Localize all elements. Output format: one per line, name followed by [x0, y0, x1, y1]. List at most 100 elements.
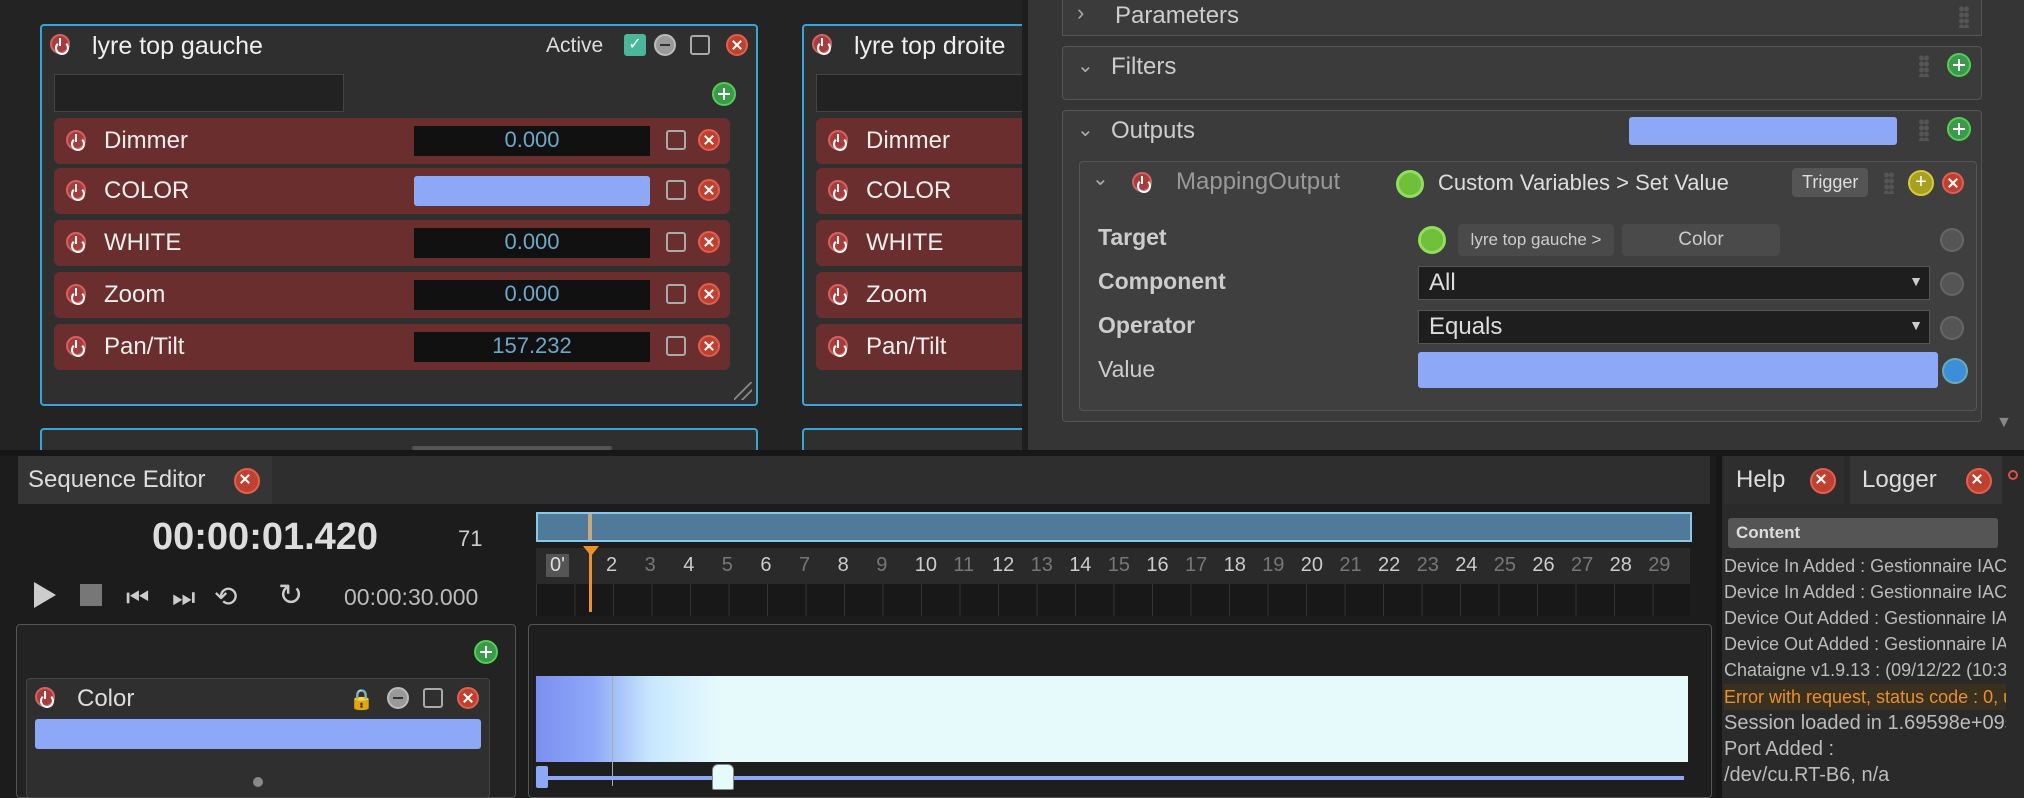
- panel-menu-icon[interactable]: [2008, 470, 2018, 480]
- gradient-key-start[interactable]: [536, 766, 548, 788]
- power-icon[interactable]: [812, 34, 832, 55]
- link-icon[interactable]: [1940, 316, 1964, 340]
- close-tab-icon[interactable]: [1966, 468, 1992, 494]
- minimize-icon[interactable]: [387, 687, 409, 709]
- log-line[interactable]: Session loaded in 1.69598e+09s: [1724, 712, 2006, 735]
- value-color-swatch[interactable]: [1418, 352, 1938, 388]
- checkbox-icon[interactable]: [666, 284, 686, 304]
- add-layer-icon[interactable]: [474, 640, 498, 664]
- add-icon[interactable]: +: [1908, 170, 1934, 196]
- dashboard-card-lyre-top-droite[interactable]: lyre top droite Dimmer COLOR WHITE Zoom …: [802, 24, 1046, 406]
- checkbox-icon[interactable]: [666, 232, 686, 252]
- link-active-icon[interactable]: [1942, 358, 1968, 384]
- playhead-top-icon[interactable]: [583, 546, 599, 556]
- target-param[interactable]: Color: [1622, 224, 1780, 256]
- sequence-editor-tab[interactable]: Sequence Editor: [18, 456, 272, 504]
- power-icon[interactable]: [1132, 172, 1152, 193]
- gradient-preview[interactable]: [536, 676, 1688, 762]
- power-icon[interactable]: [66, 284, 86, 305]
- logger-header[interactable]: Content: [1728, 518, 1998, 548]
- log-line[interactable]: Device In Added : Gestionnaire IAC B...: [1724, 556, 2006, 577]
- log-line-error[interactable]: Error with request, status code : 0, ur.…: [1724, 684, 2006, 710]
- lock-icon[interactable]: 🔒: [349, 687, 374, 712]
- filter-input[interactable]: [816, 74, 1046, 112]
- log-line[interactable]: Chataigne v1.9.13 : (09/12/22 (10:32)): [1724, 660, 2006, 681]
- color-value-swatch[interactable]: [414, 176, 650, 206]
- log-line[interactable]: Device Out Added : Gestionnaire IAC ...: [1724, 608, 2006, 629]
- checkbox-icon[interactable]: [666, 180, 686, 200]
- checkbox-icon[interactable]: [666, 130, 686, 150]
- loop-icon[interactable]: ⟲: [214, 580, 237, 613]
- drag-handle-icon[interactable]: [1959, 6, 1969, 28]
- close-icon[interactable]: [1942, 172, 1964, 194]
- operator-select[interactable]: Equals ▼: [1418, 310, 1930, 344]
- component-select[interactable]: All ▼: [1418, 266, 1930, 300]
- layer-color[interactable]: Color 🔒: [26, 678, 490, 798]
- target-icon[interactable]: [1418, 226, 1446, 254]
- drag-handle-icon[interactable]: [1919, 55, 1929, 77]
- active-checkbox[interactable]: ✓: [624, 34, 646, 56]
- total-time[interactable]: 00:00:30.000: [344, 584, 478, 611]
- close-icon[interactable]: [698, 231, 720, 253]
- power-icon[interactable]: [828, 180, 848, 201]
- power-icon[interactable]: [50, 34, 70, 55]
- play-icon[interactable]: [34, 582, 56, 608]
- power-icon[interactable]: [35, 687, 55, 708]
- add-output-icon[interactable]: [1947, 117, 1971, 141]
- power-icon[interactable]: [66, 336, 86, 357]
- close-icon[interactable]: [726, 34, 748, 56]
- maximize-icon[interactable]: [690, 35, 710, 55]
- link-icon[interactable]: [1940, 272, 1964, 296]
- close-icon[interactable]: [698, 283, 720, 305]
- layer-color-swatch[interactable]: [35, 719, 481, 749]
- layer-resize-dot[interactable]: [253, 777, 263, 787]
- zoom-value[interactable]: 0.000: [414, 280, 650, 310]
- power-icon[interactable]: [66, 180, 86, 201]
- resize-handle-icon[interactable]: [734, 382, 752, 400]
- pan-tilt-value[interactable]: 157.232: [414, 332, 650, 362]
- command-icon[interactable]: [1396, 170, 1424, 198]
- power-icon[interactable]: [828, 130, 848, 151]
- maximize-icon[interactable]: [423, 688, 443, 708]
- chevron-down-icon[interactable]: ⌄: [1077, 117, 1094, 142]
- close-icon[interactable]: [457, 687, 479, 709]
- log-line[interactable]: /dev/cu.RT-B6, n/a: [1724, 764, 2006, 787]
- power-icon[interactable]: [66, 130, 86, 151]
- log-line[interactable]: Port Added :: [1724, 738, 2006, 761]
- close-tab-icon[interactable]: [1810, 468, 1836, 494]
- logger-tab[interactable]: Logger: [1850, 456, 2002, 504]
- target-value[interactable]: lyre top gauche >: [1458, 224, 1614, 256]
- dimmer-value[interactable]: 0.000: [414, 126, 650, 156]
- close-icon[interactable]: [698, 335, 720, 357]
- log-line[interactable]: Device In Added : Gestionnaire IAC B...: [1724, 582, 2006, 603]
- trigger-button[interactable]: Trigger: [1792, 168, 1869, 197]
- filter-input[interactable]: [54, 74, 344, 112]
- time-display[interactable]: 00:00:01.420: [152, 516, 378, 559]
- timeline-overview[interactable]: [536, 512, 1692, 542]
- overview-cursor[interactable]: [588, 514, 592, 540]
- add-icon[interactable]: [712, 82, 736, 106]
- minimize-icon[interactable]: [654, 34, 676, 56]
- add-filter-icon[interactable]: [1947, 53, 1971, 77]
- white-value[interactable]: 0.000: [414, 228, 650, 258]
- drag-handle-icon[interactable]: [1919, 119, 1929, 141]
- sync-icon[interactable]: ↻: [278, 578, 303, 613]
- drag-handle-icon[interactable]: [1884, 172, 1894, 194]
- chevron-down-icon[interactable]: ⌄: [1092, 166, 1109, 191]
- dashboard-card-lyre-top-gauche[interactable]: lyre top gauche Active ✓ Dimmer 0.000 CO…: [40, 24, 758, 406]
- gradient-key-mid[interactable]: [712, 764, 734, 790]
- power-icon[interactable]: [828, 284, 848, 305]
- filters-section[interactable]: ⌄ Filters: [1062, 46, 1982, 100]
- link-icon[interactable]: [1940, 228, 1964, 252]
- power-icon[interactable]: [828, 336, 848, 357]
- close-icon[interactable]: [698, 129, 720, 151]
- next-cue-icon[interactable]: ⏭: [172, 582, 195, 614]
- power-icon[interactable]: [828, 232, 848, 253]
- help-tab[interactable]: Help: [1724, 456, 1844, 504]
- close-tab-icon[interactable]: [234, 468, 260, 494]
- parameters-section[interactable]: › Parameters: [1062, 0, 1982, 36]
- scrollbar-down-icon[interactable]: ▼: [1996, 414, 2012, 432]
- stop-icon[interactable]: [80, 584, 102, 606]
- prev-cue-icon[interactable]: ⏮: [126, 582, 149, 614]
- power-icon[interactable]: [66, 232, 86, 253]
